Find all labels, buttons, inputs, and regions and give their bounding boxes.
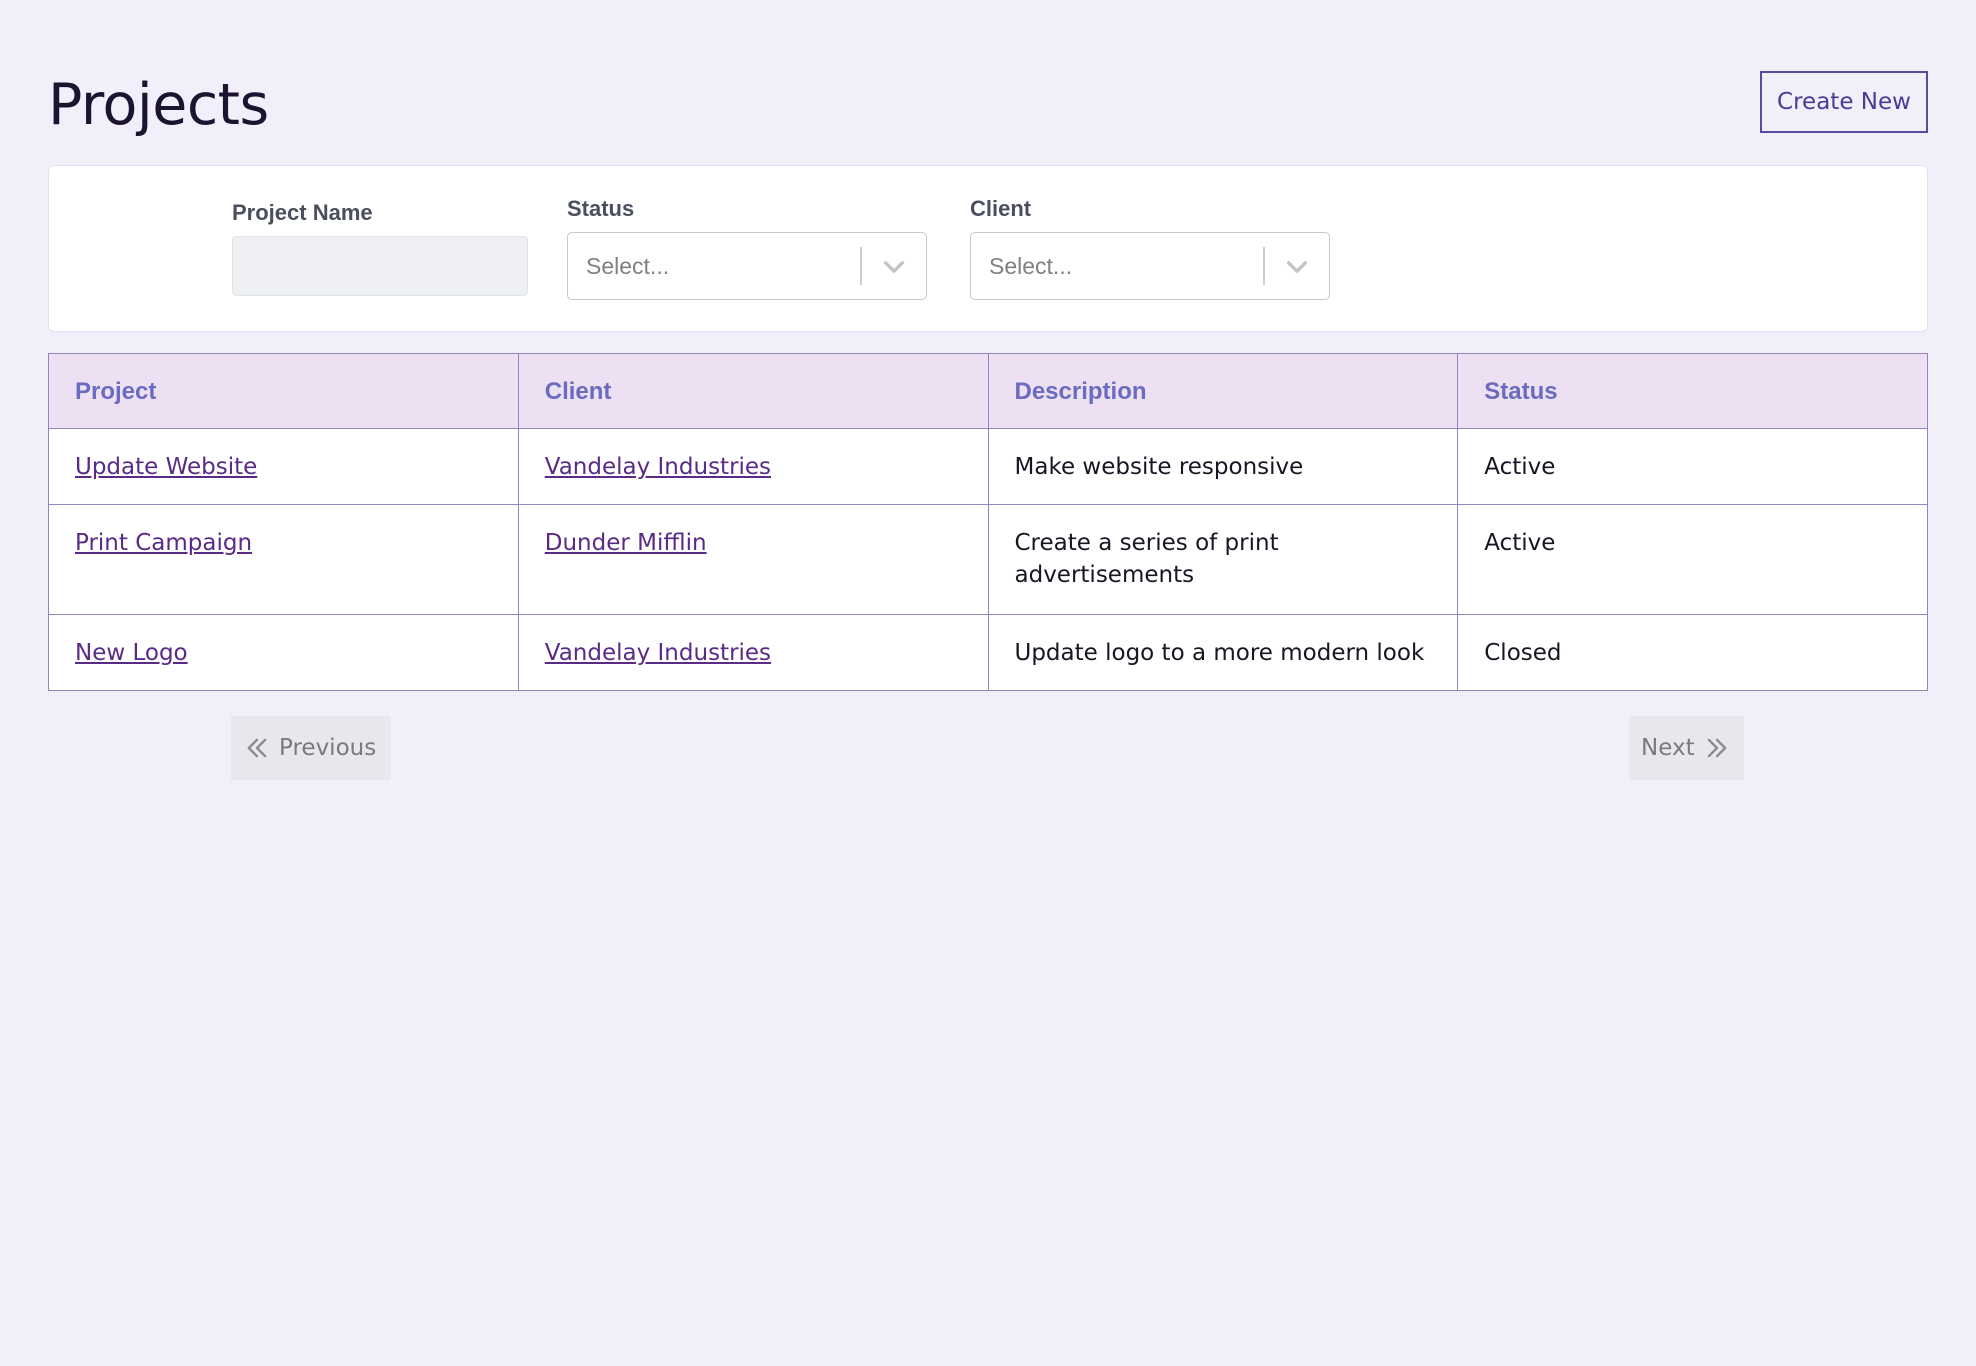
status-select-placeholder: Select... bbox=[586, 253, 670, 279]
column-header-status: Status bbox=[1457, 353, 1928, 429]
project-name-field: Project Name bbox=[232, 200, 528, 296]
chevron-down-icon[interactable] bbox=[880, 253, 908, 281]
table-row: New Logo Vandelay Industries Update logo… bbox=[48, 614, 1928, 691]
next-button[interactable]: Next bbox=[1629, 716, 1744, 780]
column-header-description: Description bbox=[987, 353, 1459, 429]
status-field: Status Select... bbox=[567, 196, 927, 300]
table-row: Update Website Vandelay Industries Make … bbox=[48, 428, 1928, 505]
description-cell: Update logo to a more modern look bbox=[987, 614, 1459, 691]
description-cell: Make website responsive bbox=[987, 428, 1459, 505]
select-separator bbox=[1263, 247, 1265, 285]
previous-button[interactable]: Previous bbox=[231, 716, 391, 780]
client-cell: Dunder Mifflin bbox=[517, 504, 989, 615]
status-cell: Closed bbox=[1457, 614, 1928, 691]
project-cell: Print Campaign bbox=[48, 504, 519, 615]
project-cell: Update Website bbox=[48, 428, 519, 505]
client-select-placeholder: Select... bbox=[989, 253, 1073, 279]
project-link[interactable]: Update Website bbox=[75, 454, 257, 480]
description-cell: Create a series of print advertisements bbox=[987, 504, 1459, 615]
next-label: Next bbox=[1641, 735, 1695, 761]
previous-label: Previous bbox=[279, 735, 377, 761]
client-link[interactable]: Vandelay Industries bbox=[545, 640, 771, 666]
double-chevron-right-icon bbox=[1707, 738, 1726, 758]
select-separator bbox=[860, 247, 862, 285]
client-cell: Vandelay Industries bbox=[517, 614, 989, 691]
filter-panel: Project Name Status Select... Client Sel… bbox=[48, 165, 1928, 332]
project-name-input[interactable] bbox=[232, 236, 528, 296]
table-header-row: Project Client Description Status bbox=[48, 353, 1928, 429]
client-cell: Vandelay Industries bbox=[517, 428, 989, 505]
status-select[interactable]: Select... bbox=[567, 232, 927, 300]
column-header-project: Project bbox=[48, 353, 519, 429]
double-chevron-left-icon bbox=[247, 738, 267, 758]
client-label: Client bbox=[970, 196, 1032, 221]
project-cell: New Logo bbox=[48, 614, 519, 691]
status-cell: Active bbox=[1457, 428, 1928, 505]
page-title: Projects bbox=[48, 72, 269, 138]
create-new-button[interactable]: Create New bbox=[1760, 71, 1928, 133]
page-header: Projects Create New bbox=[48, 70, 1928, 140]
projects-table: Project Client Description Status Update… bbox=[48, 353, 1928, 691]
project-link[interactable]: New Logo bbox=[75, 640, 188, 666]
status-cell: Active bbox=[1457, 504, 1928, 615]
column-header-client: Client bbox=[517, 353, 989, 429]
projects-table-wrapper: Project Client Description Status Update… bbox=[48, 353, 1928, 691]
client-select[interactable]: Select... bbox=[970, 232, 1330, 300]
chevron-down-icon[interactable] bbox=[1283, 253, 1311, 281]
table-row: Print Campaign Dunder Mifflin Create a s… bbox=[48, 504, 1928, 615]
project-name-label: Project Name bbox=[232, 200, 373, 225]
client-link[interactable]: Dunder Mifflin bbox=[545, 530, 707, 556]
client-field: Client Select... bbox=[970, 196, 1330, 300]
client-link[interactable]: Vandelay Industries bbox=[545, 454, 771, 480]
status-label: Status bbox=[567, 196, 635, 221]
project-link[interactable]: Print Campaign bbox=[75, 530, 252, 556]
